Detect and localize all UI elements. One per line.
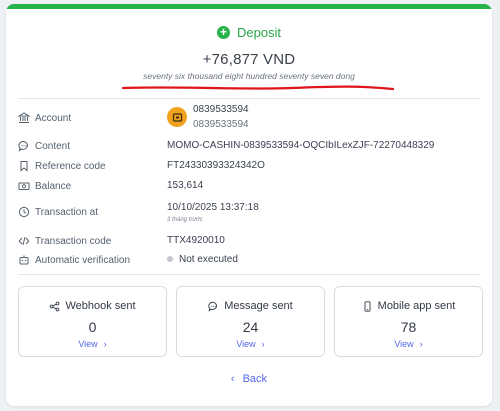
- status-dot-icon: [167, 256, 173, 263]
- balance-value: 153,614: [167, 180, 204, 191]
- mobile-app-sent-card: Mobile app sent 78 View ›: [334, 286, 483, 357]
- account-label: Account: [35, 112, 72, 124]
- verification-label: Automatic verification: [35, 254, 131, 266]
- chevron-right-icon: ›: [103, 339, 107, 349]
- share-icon: [50, 301, 60, 311]
- wallet-logo-icon: [172, 112, 182, 122]
- transaction-at-label: Transaction at: [35, 206, 98, 218]
- view-link-label: View: [78, 339, 98, 349]
- reference-value: FT24330393324342O: [167, 160, 265, 171]
- divider: [18, 98, 480, 99]
- clock-icon: [18, 206, 30, 218]
- webhook-view-link[interactable]: View ›: [19, 339, 166, 349]
- view-link-label: View: [394, 339, 414, 349]
- mobile-app-view-link[interactable]: View ›: [335, 339, 482, 349]
- account-row: Account 0839533594 0839533594: [18, 104, 480, 136]
- red-underline-annotation: [121, 85, 395, 91]
- account-name: 0839533594: [193, 104, 249, 115]
- status-bar: [6, 4, 492, 9]
- bank-icon: [18, 112, 30, 123]
- webhook-sent-card: Webhook sent 0 View ›: [18, 286, 167, 357]
- chat-icon: [208, 301, 218, 312]
- robot-icon: [19, 255, 29, 265]
- cash-icon: [18, 182, 30, 190]
- deposit-header: + Deposit: [6, 25, 492, 40]
- amount-in-words: seventy six thousand eight hundred seven…: [143, 71, 355, 81]
- content-value: MOMO-CASHIN-0839533594-OQCIbILexZJF-7227…: [167, 140, 435, 151]
- verification-status: Not executed: [179, 254, 238, 265]
- reference-label: Reference code: [35, 160, 106, 172]
- balance-label: Balance: [35, 180, 72, 192]
- chevron-left-icon: ‹: [230, 373, 235, 385]
- transaction-datetime: 10/10/2025 13:37:18: [167, 202, 259, 213]
- deposit-title: Deposit: [236, 25, 282, 40]
- account-number: 0839533594: [193, 119, 249, 130]
- webhook-sent-count: 0: [88, 319, 97, 335]
- transaction-code-row: Transaction code TTX4920010: [18, 234, 480, 250]
- transaction-card: + Deposit +76,877 VND seventy six thousa…: [6, 4, 492, 406]
- content-label: Content: [35, 140, 71, 152]
- chevron-right-icon: ›: [261, 339, 265, 349]
- transaction-code-value: TTX4920010: [167, 235, 225, 246]
- content-row: Content MOMO-CASHIN-0839533594-OQCIbILex…: [18, 139, 480, 155]
- mobile-app-sent-title: Mobile app sent: [377, 300, 456, 312]
- account-avatar: [167, 107, 187, 127]
- back-label: Back: [242, 373, 268, 385]
- message-sent-card: Message sent 24 View ›: [176, 286, 325, 357]
- mobile-app-sent-count: 78: [400, 319, 417, 335]
- code-icon: [18, 236, 30, 246]
- phone-icon: [364, 300, 371, 312]
- bookmark-icon: [20, 161, 28, 172]
- message-sent-count: 24: [242, 319, 259, 335]
- webhook-sent-title: Webhook sent: [65, 300, 136, 312]
- transaction-amount: +76,877 VND: [202, 51, 296, 68]
- transaction-code-label: Transaction code: [35, 235, 112, 247]
- view-link-label: View: [236, 339, 256, 349]
- transaction-relative-time: 3 tháng trước: [167, 217, 203, 223]
- message-view-link[interactable]: View ›: [177, 339, 324, 349]
- balance-row: Balance 153,614: [18, 179, 480, 195]
- back-button[interactable]: ‹ Back: [6, 373, 492, 385]
- comment-icon: [18, 140, 28, 152]
- divider: [18, 274, 480, 275]
- chevron-right-icon: ›: [419, 339, 423, 349]
- transaction-at-row: Transaction at 10/10/2025 13:37:18 3 thá…: [18, 198, 480, 226]
- plus-circle-icon: +: [216, 26, 230, 39]
- verification-row: Automatic verification Not executed: [18, 253, 480, 269]
- reference-row: Reference code FT24330393324342O: [18, 159, 480, 175]
- message-sent-title: Message sent: [224, 300, 293, 312]
